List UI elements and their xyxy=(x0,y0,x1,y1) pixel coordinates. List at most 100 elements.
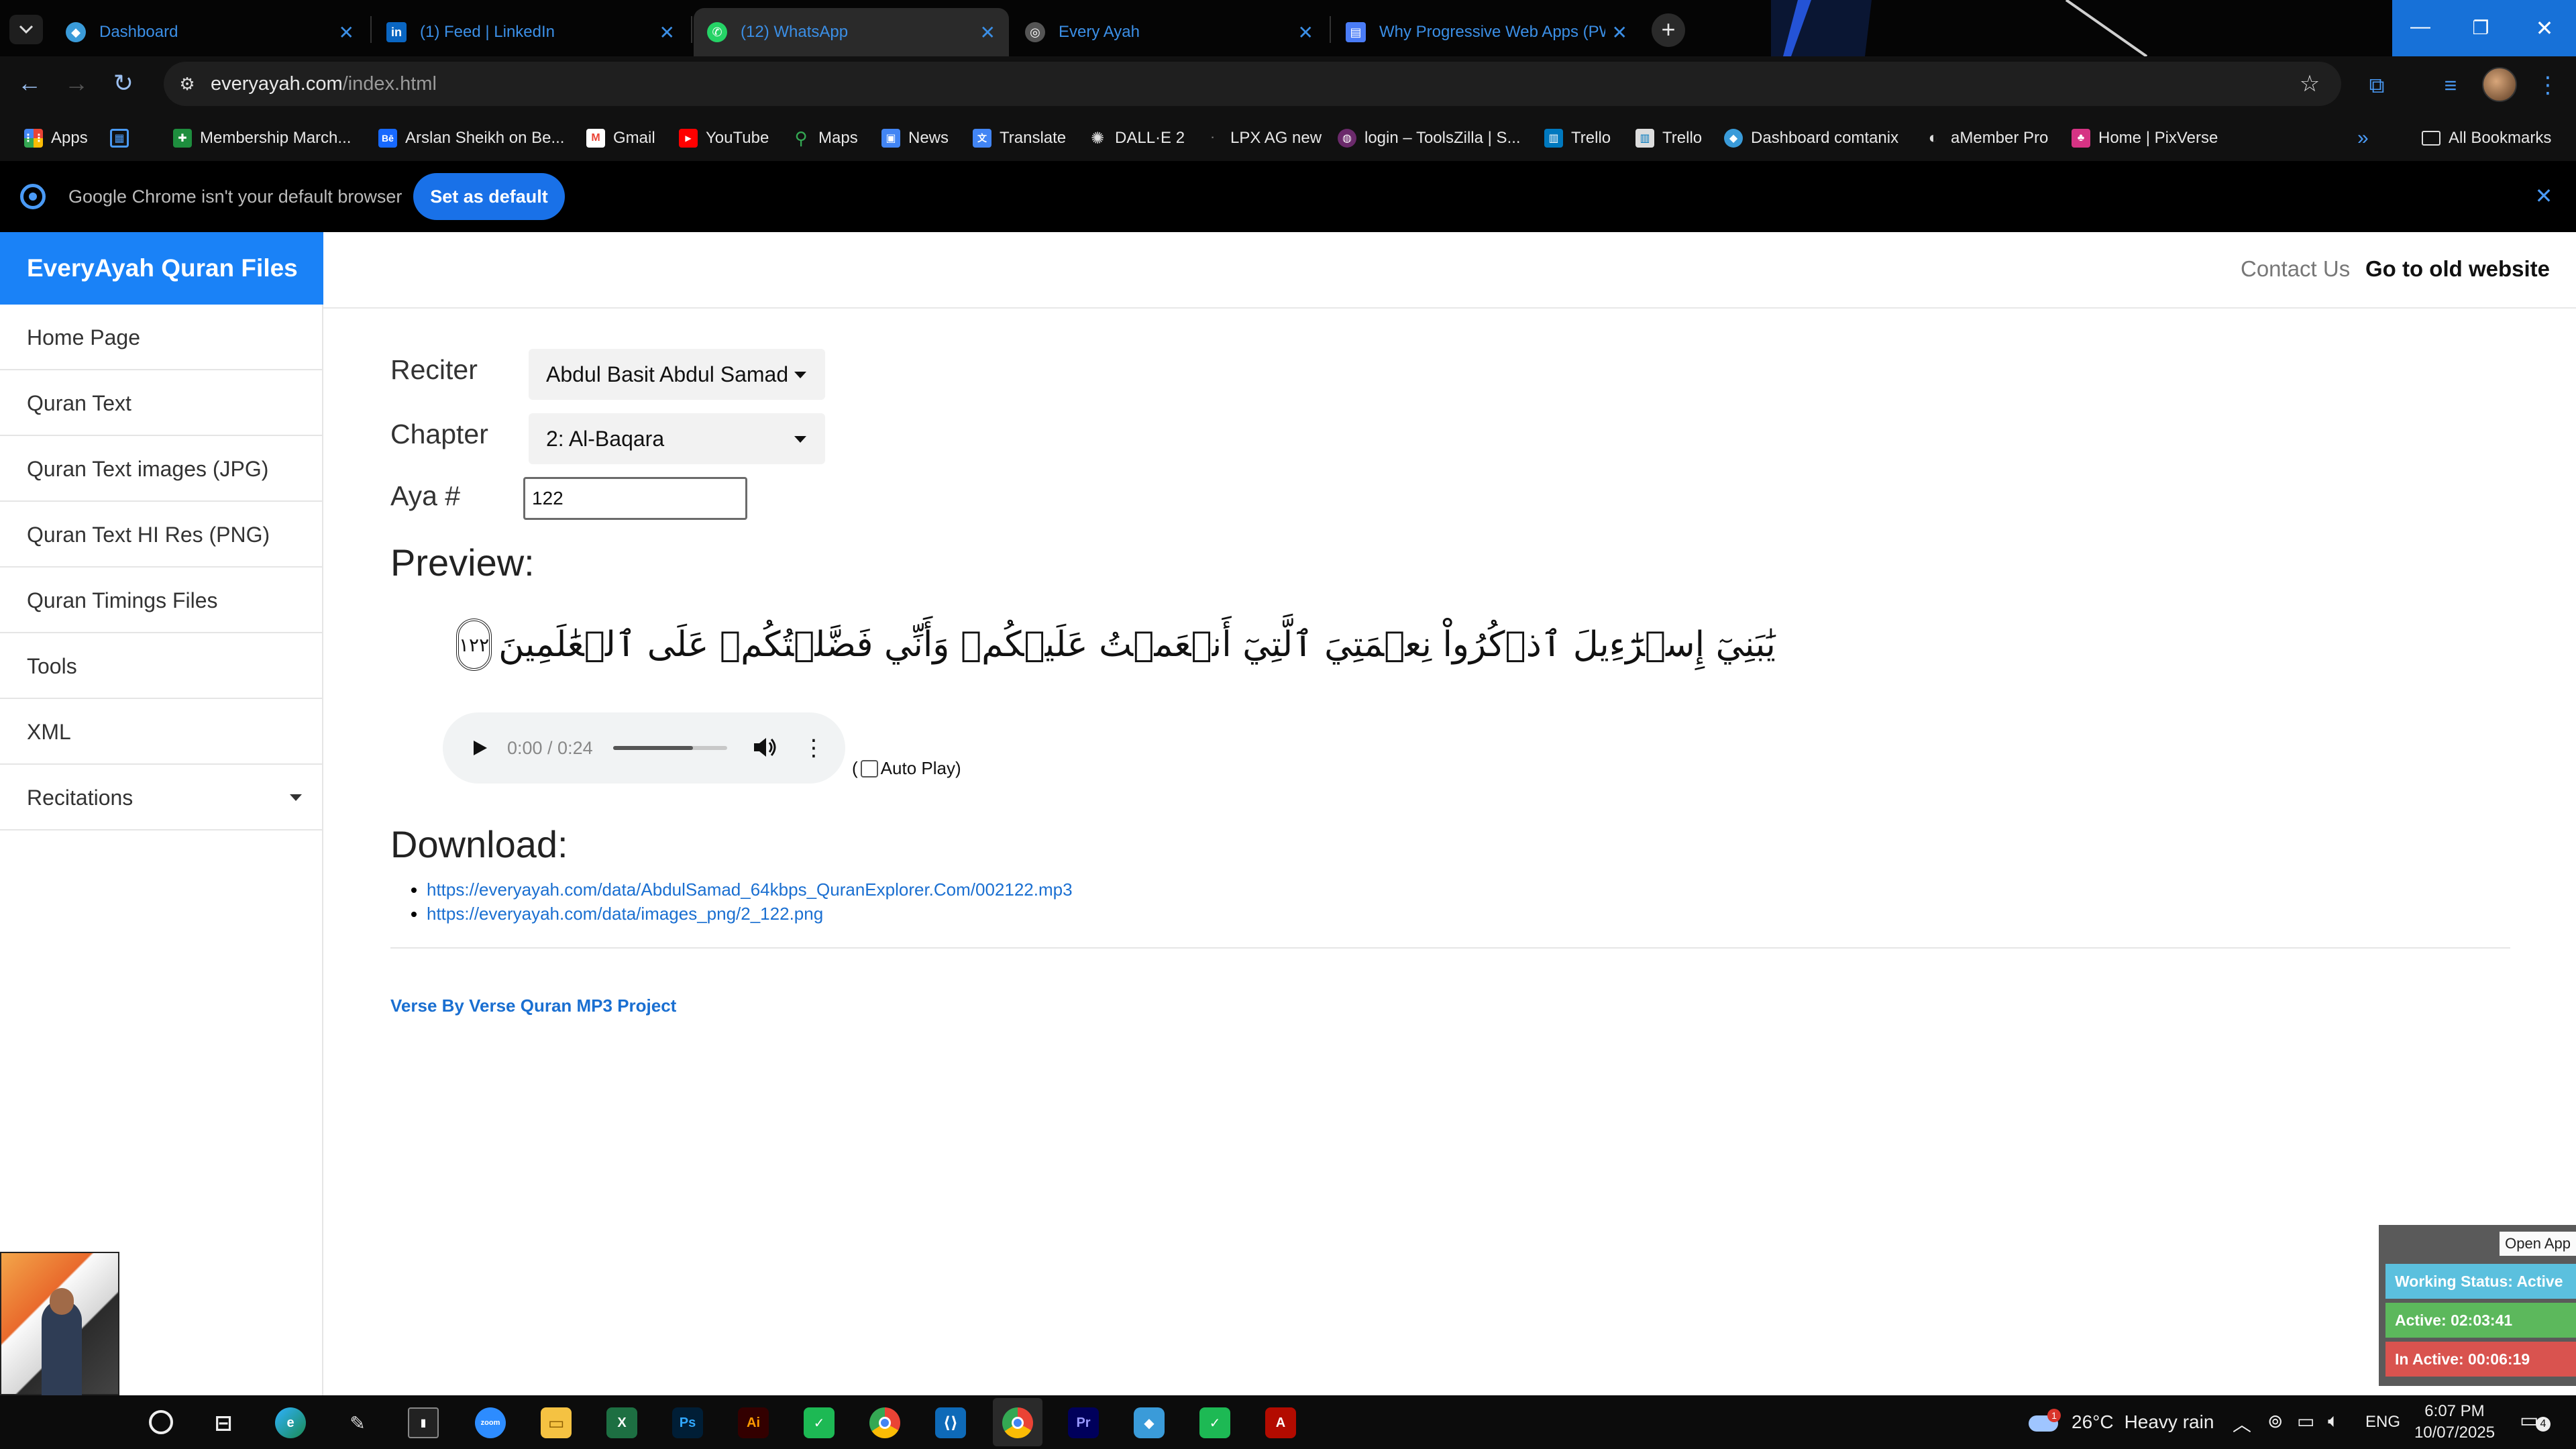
reload-button[interactable]: ↻ xyxy=(107,67,140,99)
bookmark-trello-1[interactable]: ▥ Trello xyxy=(1544,115,1611,161)
bookmarks-overflow-icon[interactable]: » xyxy=(2357,115,2369,161)
sidebar-item-quran-hires[interactable]: Quran Text HI Res (PNG) xyxy=(0,502,322,568)
reciter-select[interactable]: Abdul Basit Abdul Samad xyxy=(529,349,825,400)
close-icon[interactable]: ✕ xyxy=(1612,21,1627,44)
bookmark-behance[interactable]: Bē Arslan Sheikh on Be... xyxy=(378,115,564,161)
chrome-icon[interactable] xyxy=(869,1407,900,1438)
bookmark-star-icon[interactable]: ☆ xyxy=(2294,68,2325,99)
bookmark-apps[interactable]: ⋮⋮ Apps xyxy=(23,115,88,161)
tab-pwa-article[interactable]: ▤ Why Progressive Web Apps (PW ✕ xyxy=(1332,8,1641,56)
audio-seek-bar[interactable] xyxy=(613,746,727,750)
task-view-icon[interactable]: ⊟ xyxy=(208,1407,239,1438)
address-bar[interactable]: ⚙ everyayah.com/index.html ☆ xyxy=(164,62,2341,106)
set-as-default-button[interactable]: Set as default xyxy=(413,173,565,220)
bookmark-gmail[interactable]: M Gmail xyxy=(586,115,655,161)
new-tab-button[interactable]: + xyxy=(1652,13,1685,47)
download-png-link[interactable]: https://everyayah.com/data/images_png/2_… xyxy=(427,904,823,924)
terminal-icon[interactable]: ▮ xyxy=(408,1407,439,1438)
bookmark-toolszilla[interactable]: ◍ login – ToolsZilla | S... xyxy=(1338,115,1521,161)
footer-project-link[interactable]: Verse By Verse Quran MP3 Project xyxy=(390,996,676,1016)
excel-icon[interactable]: X xyxy=(606,1407,637,1438)
bookmark-youtube[interactable]: ▶ YouTube xyxy=(679,115,769,161)
dashboard-app-icon[interactable]: ◆ xyxy=(1134,1407,1165,1438)
chapter-select[interactable]: 2: Al-Baqara xyxy=(529,413,825,464)
tab-whatsapp[interactable]: ✆ (12) WhatsApp ✕ xyxy=(694,8,1009,56)
tray-network-icon[interactable]: ▭ xyxy=(2297,1410,2314,1432)
sidebar-item-xml[interactable]: XML xyxy=(0,699,322,765)
contact-us-link[interactable]: Contact Us xyxy=(2241,256,2350,282)
site-info-icon[interactable]: ⚙ xyxy=(173,70,201,98)
clock[interactable]: 6:07 PM 10/07/2025 xyxy=(2414,1401,2496,1444)
vscode-icon[interactable]: ⟨⟩ xyxy=(935,1407,966,1438)
sidebar-item-tools[interactable]: Tools xyxy=(0,633,322,699)
bookmark-lpx[interactable]: · LPX AG new xyxy=(1203,115,1322,161)
maps-icon: ⚲ xyxy=(794,127,808,148)
tab-search-button[interactable] xyxy=(9,15,43,44)
forward-button[interactable]: → xyxy=(60,67,93,99)
old-website-link[interactable]: Go to old website xyxy=(2365,256,2550,282)
bookmark-trello-2[interactable]: ▥ Trello xyxy=(1635,115,1702,161)
extensions-icon[interactable]: ⧉ xyxy=(2361,70,2392,101)
file-explorer-icon[interactable]: ▭ xyxy=(541,1407,572,1438)
clock-date: 10/07/2025 xyxy=(2414,1424,2496,1442)
notification-center-icon[interactable]: ▭ 4 xyxy=(2520,1409,2551,1436)
close-icon[interactable]: ✕ xyxy=(659,21,675,44)
search-circle-icon[interactable] xyxy=(149,1410,173,1434)
menu-kebab-icon[interactable]: ⋮ xyxy=(2534,70,2561,101)
dashboard-icon: ◆ xyxy=(1724,129,1743,148)
photoshop-icon[interactable]: Ps xyxy=(672,1407,703,1438)
bookmark-pixverse[interactable]: ♣ Home | PixVerse xyxy=(2072,115,2218,161)
illustrator-icon[interactable]: Ai xyxy=(738,1407,769,1438)
tab-every-ayah[interactable]: ◎ Every Ayah ✕ xyxy=(1012,8,1327,56)
audio-more-icon[interactable]: ⋮ xyxy=(802,733,825,763)
tray-volume-icon[interactable]: 🔈︎ xyxy=(2328,1410,2339,1432)
close-icon[interactable]: ✕ xyxy=(1298,21,1313,44)
back-button[interactable]: ← xyxy=(13,67,46,99)
bookmark-grid[interactable]: ▦ xyxy=(110,115,137,161)
sidebar-item-home[interactable]: Home Page xyxy=(0,305,322,370)
restore-button[interactable]: ❐ xyxy=(2449,0,2513,56)
weather-widget[interactable]: 1 26°C Heavy rain xyxy=(2029,1395,2214,1449)
tab-linkedin[interactable]: in (1) Feed | LinkedIn ✕ xyxy=(373,8,688,56)
bookmark-news[interactable]: ▣ News xyxy=(881,115,949,161)
bookmark-amember[interactable]: ◐ aMember Pro xyxy=(1924,115,2049,161)
open-app-button[interactable]: Open App xyxy=(2500,1232,2576,1256)
chrome-active-icon[interactable] xyxy=(1002,1407,1033,1438)
sidebar-item-recitations[interactable]: Recitations xyxy=(0,765,322,830)
acrobat-icon[interactable]: A xyxy=(1265,1407,1296,1438)
premiere-icon[interactable]: Pr xyxy=(1068,1407,1099,1438)
green-app-icon[interactable]: ✓ xyxy=(804,1407,835,1438)
language-indicator[interactable]: ENG xyxy=(2365,1413,2400,1432)
sidebar-item-quran-text[interactable]: Quran Text xyxy=(0,370,322,436)
bookmark-dalle[interactable]: ✺ DALL·E 2 xyxy=(1088,115,1185,161)
bookmark-maps[interactable]: ⚲ Maps xyxy=(792,115,857,161)
green-app-2-icon[interactable]: ✓ xyxy=(1199,1407,1230,1438)
play-triangle xyxy=(474,741,487,755)
window-close-button[interactable]: ✕ xyxy=(2513,0,2576,56)
zoom-icon[interactable]: zoom xyxy=(475,1407,506,1438)
tray-chevron-up-icon[interactable]: ︿ xyxy=(2233,1410,2251,1437)
tab-dashboard[interactable]: ◆ Dashboard ✕ xyxy=(52,8,368,56)
bookmark-dashboard-comtanix[interactable]: ◆ Dashboard comtanix xyxy=(1724,115,1898,161)
site-brand[interactable]: EveryAyah Quran Files xyxy=(0,232,323,305)
bookmark-translate[interactable]: 文 Translate xyxy=(973,115,1066,161)
aya-number-input[interactable] xyxy=(523,477,747,520)
tray-meet-icon[interactable]: ⊚ xyxy=(2267,1410,2283,1432)
autoplay-checkbox[interactable] xyxy=(860,759,878,777)
profile-avatar[interactable] xyxy=(2482,67,2517,102)
close-icon[interactable]: ✕ xyxy=(2529,181,2559,211)
minimize-button[interactable]: — xyxy=(2392,0,2449,56)
sidebar-item-quran-images[interactable]: Quran Text images (JPG) xyxy=(0,436,322,502)
play-icon[interactable] xyxy=(466,733,492,763)
sidebar-item-timings[interactable]: Quran Timings Files xyxy=(0,568,322,633)
clock-time: 6:07 PM xyxy=(2424,1402,2485,1420)
pen-icon[interactable]: ✎ xyxy=(342,1407,373,1438)
edge-icon[interactable]: e xyxy=(275,1407,306,1438)
close-icon[interactable]: ✕ xyxy=(980,21,996,44)
all-bookmarks-folder[interactable]: All Bookmarks xyxy=(2422,115,2551,161)
download-mp3-link[interactable]: https://everyayah.com/data/AbdulSamad_64… xyxy=(427,879,1073,900)
tab-search-icon[interactable]: ≡ xyxy=(2435,70,2466,101)
bookmark-membership[interactable]: ✚ Membership March... xyxy=(173,115,351,161)
volume-icon[interactable] xyxy=(751,734,778,764)
close-icon[interactable]: ✕ xyxy=(339,21,354,44)
